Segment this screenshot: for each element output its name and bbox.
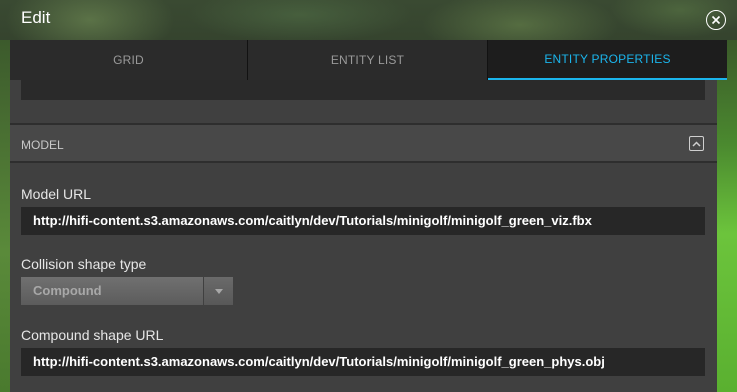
model-url-input[interactable]: http://hifi-content.s3.amazonaws.com/cai… bbox=[21, 207, 705, 235]
compound-url-input[interactable]: http://hifi-content.s3.amazonaws.com/cai… bbox=[21, 348, 705, 376]
properties-panel: MODEL Model URL http://hifi-content.s3.a… bbox=[10, 80, 717, 392]
collision-shape-label: Collision shape type bbox=[21, 256, 147, 272]
scene-edge-left bbox=[0, 40, 10, 392]
window-title: Edit bbox=[21, 8, 51, 27]
section-header-model[interactable]: MODEL bbox=[10, 125, 717, 163]
chevron-up-icon[interactable] bbox=[689, 136, 704, 151]
tab-entity-properties[interactable]: ENTITY PROPERTIES bbox=[488, 40, 727, 80]
model-url-label: Model URL bbox=[21, 186, 92, 202]
tab-grid[interactable]: GRID bbox=[10, 40, 248, 80]
compound-url-label: Compound shape URL bbox=[21, 327, 164, 343]
collision-shape-value[interactable]: Compound bbox=[21, 277, 204, 305]
collision-shape-select[interactable]: Compound bbox=[21, 277, 233, 305]
chevron-down-icon[interactable] bbox=[204, 277, 233, 305]
tab-bar: GRID ENTITY LIST ENTITY PROPERTIES bbox=[10, 40, 727, 80]
tab-entity-list[interactable]: ENTITY LIST bbox=[248, 40, 488, 80]
previous-field[interactable] bbox=[21, 80, 705, 100]
close-icon[interactable] bbox=[706, 10, 726, 30]
section-label: MODEL bbox=[21, 138, 64, 152]
scene-edge-right bbox=[717, 40, 737, 392]
